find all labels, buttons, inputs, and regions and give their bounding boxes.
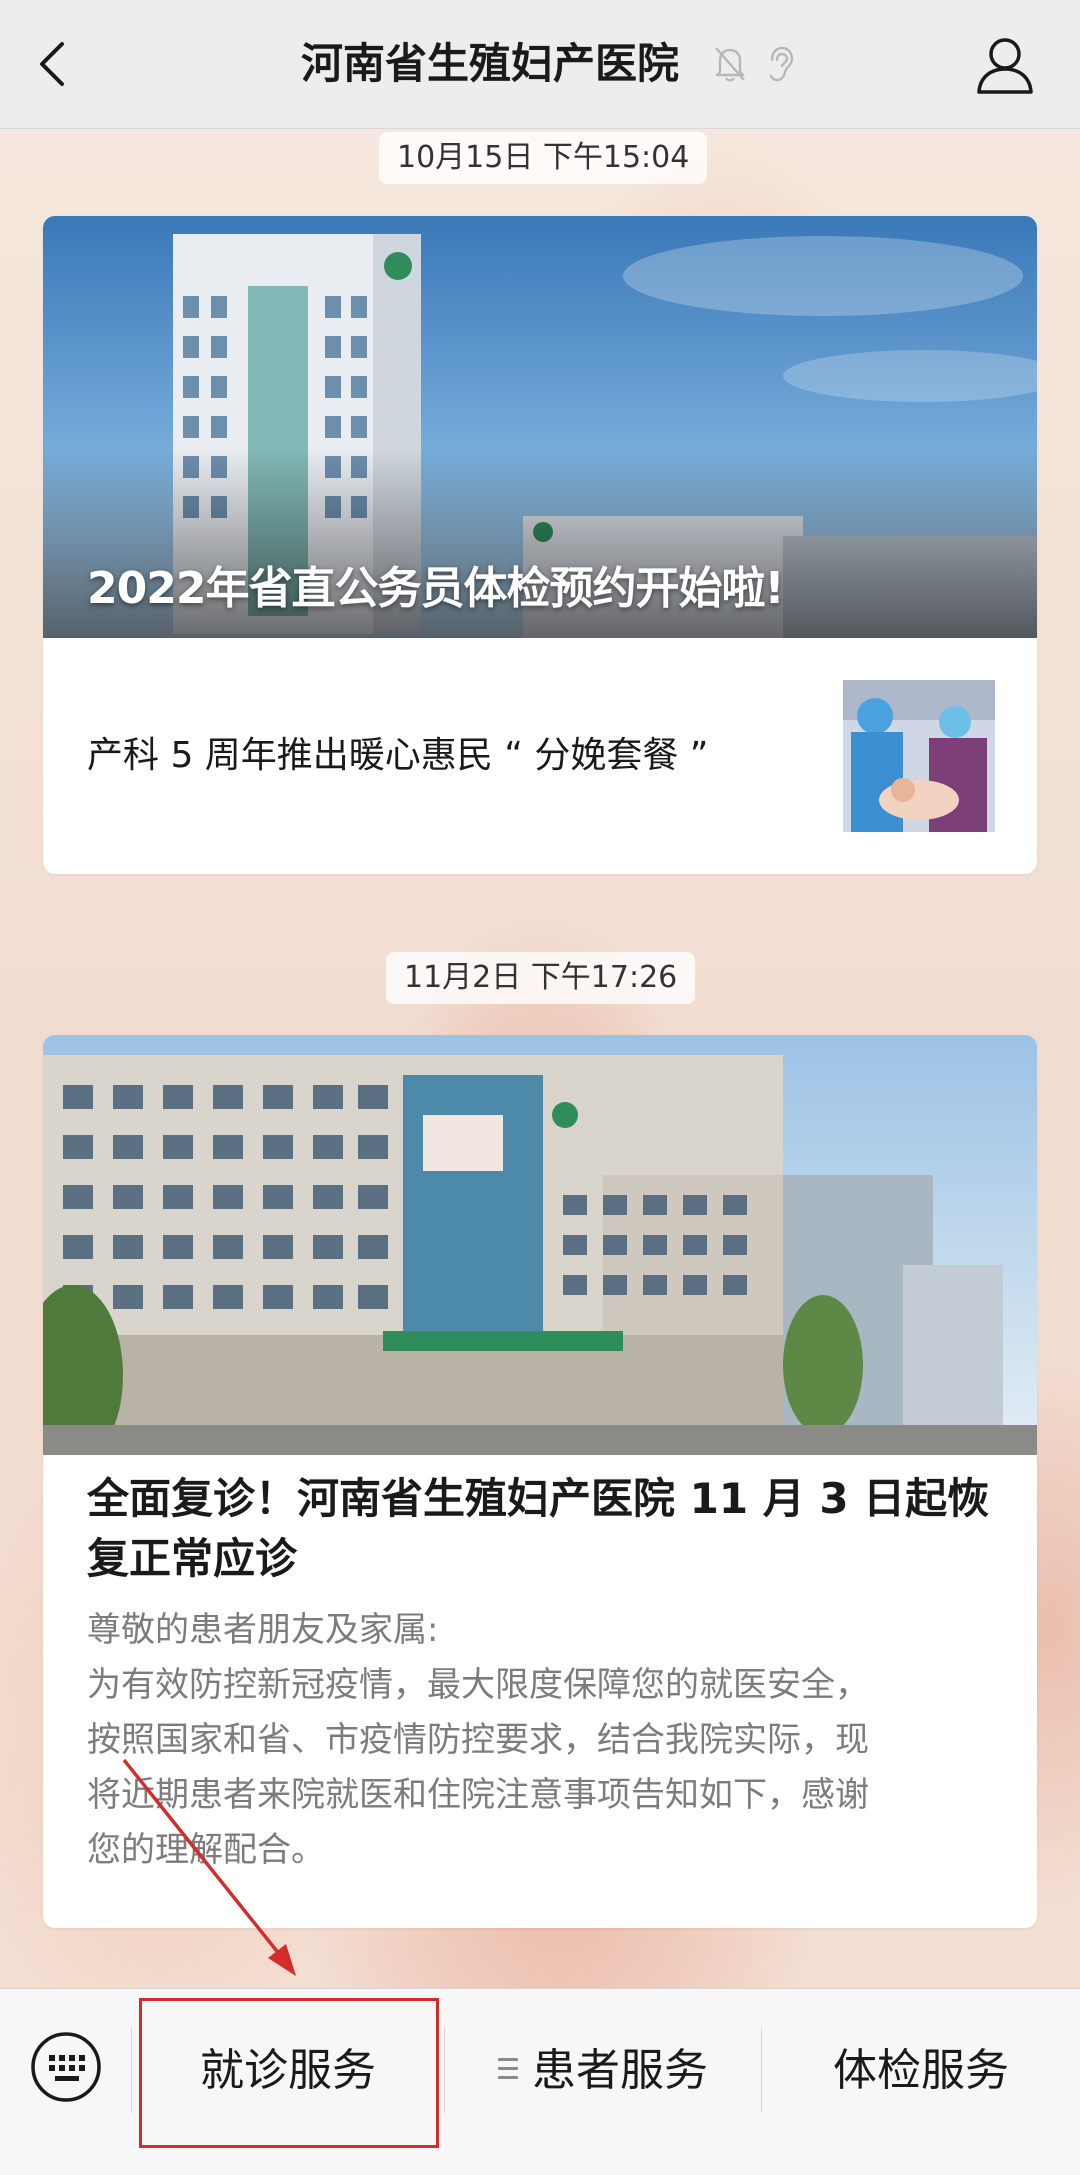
article-summary-line: 尊敬的患者朋友及家属: bbox=[87, 1610, 439, 1650]
menu-lines-icon bbox=[498, 2058, 518, 2080]
sub-article-thumbnail bbox=[843, 680, 995, 832]
menu-item-patient-services[interactable]: 患者服务 bbox=[445, 2009, 761, 2133]
profile-button[interactable] bbox=[972, 34, 1038, 96]
message-timestamp: 10月15日 下午15:04 bbox=[379, 132, 708, 184]
top-bar: 河南省生殖妇产医院 bbox=[0, 0, 1080, 129]
menu-item-label: 体检服务 bbox=[833, 2045, 1009, 2096]
article-summary-line: 按照国家和省、市疫情防控要求，结合我院实际，现 bbox=[87, 1720, 869, 1760]
bell-off-icon bbox=[715, 47, 745, 82]
keyboard-toggle-button[interactable] bbox=[28, 2029, 104, 2105]
article-summary-line: 将近期患者来院就医和住院注意事项告知如下，感谢 bbox=[87, 1775, 869, 1815]
article-summary-line: 为有效防控新冠疫情，最大限度保障您的就医安全， bbox=[87, 1665, 869, 1705]
page-title: 河南省生殖妇产医院 bbox=[300, 39, 679, 88]
message-timestamp: 11月2日 下午17:26 bbox=[386, 952, 696, 1004]
article-summary-line: 您的理解配合。 bbox=[87, 1830, 325, 1870]
person-icon bbox=[977, 38, 1033, 94]
article-summary: 尊敬的患者朋友及家属: 为有效防控新冠疫情，最大限度保障您的就医安全， 按照国家… bbox=[87, 1603, 997, 1878]
annotation-highlight-box bbox=[139, 1998, 439, 2148]
ear-icon bbox=[769, 46, 794, 82]
sub-article-title: 产科 5 周年推出暖心惠民 “ 分娩套餐 ” bbox=[87, 735, 709, 776]
sub-article-item[interactable]: 产科 5 周年推出暖心惠民 “ 分娩套餐 ” bbox=[43, 636, 1037, 872]
menu-item-checkup-services[interactable]: 体检服务 bbox=[762, 2009, 1080, 2133]
keyboard-icon bbox=[31, 2032, 101, 2102]
menu-item-label: 患者服务 bbox=[532, 2045, 708, 2096]
hero-article[interactable]: 2022年省直公务员体检预约开始啦! bbox=[43, 216, 1037, 638]
article-card: 2022年省直公务员体检预约开始啦! 产科 5 周年推出暖心惠民 “ 分娩套餐 … bbox=[43, 216, 1037, 874]
article-cover-image bbox=[43, 1035, 1037, 1455]
hero-article-title: 2022年省直公务员体检预约开始啦! bbox=[87, 563, 785, 614]
article-title: 全面复诊！河南省生殖妇产医院 11 月 3 日起恢复正常应诊 bbox=[87, 1474, 990, 1583]
article-card[interactable]: 全面复诊！河南省生殖妇产医院 11 月 3 日起恢复正常应诊 尊敬的患者朋友及家… bbox=[43, 1035, 1037, 1928]
